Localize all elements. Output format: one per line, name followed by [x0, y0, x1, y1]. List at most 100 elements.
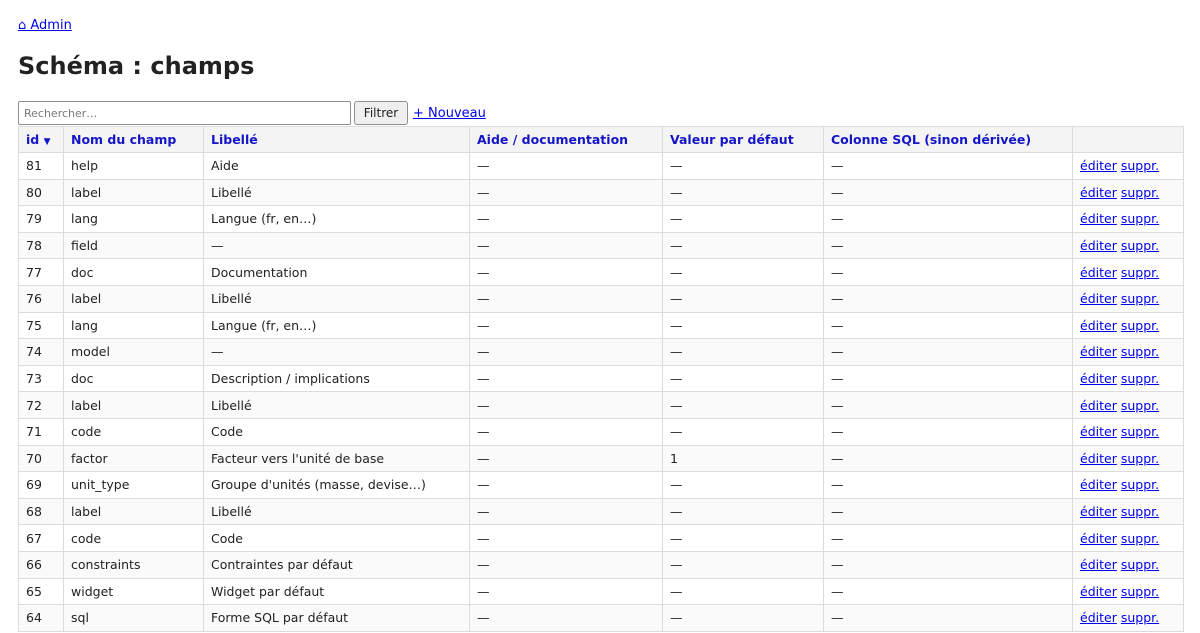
edit-link[interactable]: éditer: [1080, 398, 1117, 413]
cell-label: Langue (fr, en…): [203, 311, 470, 340]
delete-link[interactable]: suppr.: [1121, 238, 1159, 253]
cell-id: 68: [18, 497, 64, 526]
edit-link[interactable]: éditer: [1080, 610, 1117, 625]
edit-link[interactable]: éditer: [1080, 424, 1117, 439]
cell-sql: —: [823, 391, 1073, 419]
cell-label: Libellé: [203, 284, 470, 313]
edit-link[interactable]: éditer: [1080, 451, 1117, 466]
cell-default: —: [662, 231, 824, 260]
cell-id: 77: [18, 258, 64, 286]
edit-link[interactable]: éditer: [1080, 265, 1117, 280]
table-row: 72 label Libellé — — — éditer suppr.: [18, 391, 1184, 419]
cell-actions: éditer suppr.: [1072, 524, 1184, 552]
cell-label: Langue (fr, en…): [203, 205, 470, 233]
cell-sql: —: [823, 284, 1073, 313]
column-header-id[interactable]: id ▼: [18, 126, 64, 153]
cell-default: —: [662, 497, 824, 526]
delete-link[interactable]: suppr.: [1121, 158, 1159, 173]
edit-link[interactable]: éditer: [1080, 504, 1117, 519]
delete-link[interactable]: suppr.: [1121, 424, 1159, 439]
cell-label: Documentation: [203, 258, 470, 286]
cell-doc: —: [469, 391, 663, 419]
cell-name: field: [63, 231, 204, 260]
column-header-label[interactable]: Libellé: [203, 126, 470, 153]
delete-link[interactable]: suppr.: [1121, 531, 1159, 546]
new-record-link[interactable]: + Nouveau: [413, 106, 486, 121]
edit-link[interactable]: éditer: [1080, 557, 1117, 572]
table-row: 77 doc Documentation — — — éditer suppr.: [18, 258, 1184, 286]
delete-link[interactable]: suppr.: [1121, 265, 1159, 280]
delete-link[interactable]: suppr.: [1121, 477, 1159, 492]
sort-desc-icon: ▼: [43, 137, 51, 147]
admin-home-link[interactable]: ⌂ Admin: [18, 18, 72, 33]
cell-default: —: [662, 178, 824, 207]
cell-id: 74: [18, 338, 64, 366]
delete-link[interactable]: suppr.: [1121, 504, 1159, 519]
column-header-default[interactable]: Valeur par défaut: [662, 126, 824, 153]
cell-id: 72: [18, 391, 64, 419]
edit-link[interactable]: éditer: [1080, 371, 1117, 386]
edit-link[interactable]: éditer: [1080, 291, 1117, 306]
delete-link[interactable]: suppr.: [1121, 557, 1159, 572]
edit-link[interactable]: éditer: [1080, 238, 1117, 253]
cell-label: Contraintes par défaut: [203, 550, 470, 579]
cell-doc: —: [469, 231, 663, 260]
cell-name: sql: [63, 604, 204, 632]
cell-doc: —: [469, 284, 663, 313]
cell-name: code: [63, 524, 204, 552]
cell-name: model: [63, 338, 204, 366]
edit-link[interactable]: éditer: [1080, 584, 1117, 599]
cell-sql: —: [823, 497, 1073, 526]
delete-link[interactable]: suppr.: [1121, 398, 1159, 413]
cell-name: label: [63, 284, 204, 313]
cell-default: —: [662, 417, 824, 446]
search-input[interactable]: [18, 101, 351, 125]
delete-link[interactable]: suppr.: [1121, 344, 1159, 359]
cell-label: Aide: [203, 152, 470, 180]
cell-default: —: [662, 550, 824, 579]
column-header-name[interactable]: Nom du champ: [63, 126, 204, 153]
cell-id: 64: [18, 604, 64, 632]
column-header-help[interactable]: Aide / documentation: [469, 126, 663, 153]
delete-link[interactable]: suppr.: [1121, 291, 1159, 306]
edit-link[interactable]: éditer: [1080, 344, 1117, 359]
edit-link[interactable]: éditer: [1080, 318, 1117, 333]
cell-sql: —: [823, 364, 1073, 393]
cell-id: 66: [18, 550, 64, 579]
filter-button[interactable]: Filtrer: [354, 101, 408, 125]
table-row: 64 sql Forme SQL par défaut — — — éditer suppr.: [18, 604, 1184, 632]
delete-link[interactable]: suppr.: [1121, 371, 1159, 386]
cell-doc: —: [469, 604, 663, 632]
cell-doc: —: [469, 444, 663, 473]
cell-label: Libellé: [203, 178, 470, 207]
cell-doc: —: [469, 205, 663, 233]
table-row: 71 code Code — — — éditer suppr.: [18, 417, 1184, 446]
delete-link[interactable]: suppr.: [1121, 584, 1159, 599]
cell-sql: —: [823, 444, 1073, 473]
delete-link[interactable]: suppr.: [1121, 211, 1159, 226]
edit-link[interactable]: éditer: [1080, 477, 1117, 492]
delete-link[interactable]: suppr.: [1121, 451, 1159, 466]
cell-label: Description / implications: [203, 364, 470, 393]
edit-link[interactable]: éditer: [1080, 158, 1117, 173]
cell-label: —: [203, 338, 470, 366]
cell-name: help: [63, 152, 204, 180]
cell-doc: —: [469, 471, 663, 499]
table-row: 81 help Aide — — — éditer suppr.: [18, 152, 1184, 180]
cell-sql: —: [823, 524, 1073, 552]
table-row: 80 label Libellé — — — éditer suppr.: [18, 178, 1184, 207]
edit-link[interactable]: éditer: [1080, 531, 1117, 546]
edit-link[interactable]: éditer: [1080, 185, 1117, 200]
cell-id: 78: [18, 231, 64, 260]
delete-link[interactable]: suppr.: [1121, 318, 1159, 333]
cell-label: Libellé: [203, 497, 470, 526]
cell-name: doc: [63, 364, 204, 393]
table-header-row: id ▼ Nom du champ Libellé Aide / documen…: [18, 126, 1184, 153]
edit-link[interactable]: éditer: [1080, 211, 1117, 226]
cell-doc: —: [469, 178, 663, 207]
table-row: 70 factor Facteur vers l'unité de base —1— é…: [18, 444, 1184, 473]
delete-link[interactable]: suppr.: [1121, 185, 1159, 200]
cell-actions: éditer suppr.: [1072, 577, 1184, 606]
column-header-sql[interactable]: Colonne SQL (sinon dérivée): [823, 126, 1073, 153]
delete-link[interactable]: suppr.: [1121, 610, 1159, 625]
